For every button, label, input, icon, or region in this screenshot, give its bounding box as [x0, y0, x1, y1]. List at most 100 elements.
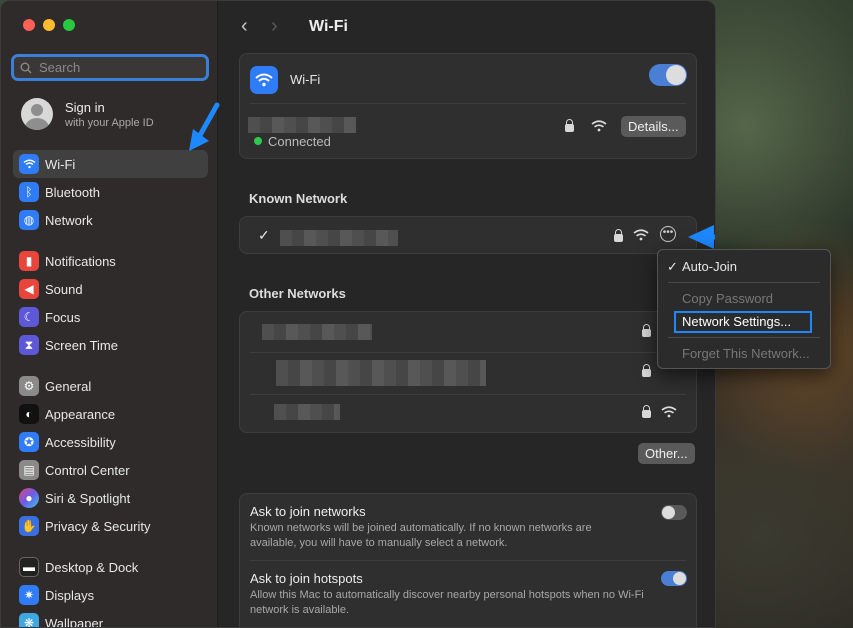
sidebar-item-label: Privacy & Security: [45, 518, 151, 534]
sidebar-item-privacy[interactable]: ✋ Privacy & Security: [13, 512, 208, 540]
menu-item-copy-password[interactable]: Copy Password: [682, 291, 773, 306]
divider: [250, 560, 686, 561]
known-network-name: [280, 230, 398, 246]
menu-divider: [668, 282, 820, 283]
menu-item-auto-join[interactable]: Auto-Join: [682, 259, 737, 274]
wifi-icon: [250, 66, 278, 94]
bell-icon: ▮: [19, 251, 39, 271]
annotation-arrow-icon: [189, 102, 220, 151]
sidebar-item-siri[interactable]: ● Siri & Spotlight: [13, 484, 208, 512]
join-networks-title: Ask to join networks: [250, 504, 366, 519]
sidebar-item-appearance[interactable]: ◐ Appearance: [13, 400, 208, 428]
sidebar-item-general[interactable]: ⚙ General: [13, 372, 208, 400]
gear-icon: ⚙: [19, 376, 39, 396]
menu-divider: [668, 337, 820, 338]
sidebar-item-label: Appearance: [45, 406, 116, 422]
join-hotspots-desc: Allow this Mac to automatically discover…: [250, 589, 644, 616]
sidebar-item-label: Accessibility: [45, 434, 116, 450]
dock-icon: ▬: [19, 557, 39, 577]
account-subtitle: with your Apple ID: [65, 116, 154, 129]
sidebar-item-wallpaper[interactable]: ❋ Wallpaper: [13, 609, 208, 627]
sidebar-item-sound[interactable]: ◀ Sound: [13, 275, 208, 303]
join-networks-toggle[interactable]: [661, 505, 687, 520]
sidebar-item-label: Siri & Spotlight: [45, 490, 131, 506]
divider: [250, 352, 686, 353]
zoom-button[interactable]: [63, 19, 75, 31]
sidebar-item-label: Notifications: [45, 253, 116, 269]
join-hotspots-title: Ask to join hotspots: [250, 571, 363, 586]
window-controls: [23, 19, 75, 31]
join-networks-desc: Known networks will be joined automatica…: [250, 522, 592, 549]
sidebar-item-label: Bluetooth: [45, 184, 100, 200]
account-name: Sign in: [65, 99, 105, 115]
sidebar-item-label: Displays: [45, 587, 95, 603]
search-input[interactable]: [37, 59, 201, 76]
lock-icon: [642, 364, 651, 377]
sidebar-item-label: General: [45, 378, 92, 394]
apple-id-signin[interactable]: Sign in with your Apple ID: [21, 98, 154, 130]
other-button[interactable]: Other...: [638, 443, 695, 464]
main-content: ‹ › Wi-Fi Wi-Fi Connected Details... Kno…: [219, 1, 715, 627]
close-button[interactable]: [23, 19, 35, 31]
forward-chevron-icon[interactable]: ›: [271, 15, 301, 38]
connected-network-name: [248, 117, 356, 133]
avatar: [21, 98, 53, 130]
other-networks-heading: Other Networks: [249, 286, 346, 301]
network-name: [274, 404, 340, 420]
search-icon: [20, 62, 32, 73]
wifi-label: Wi-Fi: [290, 72, 321, 87]
siri-icon: ●: [19, 488, 39, 508]
wifi-signal-icon: [661, 406, 677, 418]
sidebar-item-accessibility[interactable]: ✪ Accessibility: [13, 428, 208, 456]
lock-icon: [642, 324, 651, 337]
menu-item-forget[interactable]: Forget This Network...: [682, 346, 810, 361]
sidebar-group-display: ▬ Desktop & Dock ✷ Displays ❋ Wallpaper: [13, 553, 208, 627]
wifi-card: Wi-Fi Connected Details...: [239, 53, 697, 159]
sidebar-item-label: Screen Time: [45, 337, 118, 353]
titlebar: ‹ › Wi-Fi: [241, 15, 348, 38]
sidebar-item-wifi[interactable]: Wi-Fi: [13, 150, 208, 178]
search-field[interactable]: [11, 54, 209, 81]
network-context-menu: ✓ Auto-Join Copy Password Network Settin…: [657, 249, 831, 369]
globe-icon: ◍: [19, 210, 39, 230]
sidebar-group-system: ⚙ General ◐ Appearance ✪ Accessibility ▤…: [13, 372, 208, 540]
sidebar-item-label: Network: [45, 212, 93, 228]
bluetooth-icon: ᛒ: [19, 182, 39, 202]
settings-window: Sign in with your Apple ID Wi-Fi ᛒ Bluet…: [0, 0, 716, 628]
back-chevron-icon[interactable]: ‹: [241, 15, 271, 38]
details-button[interactable]: Details...: [621, 116, 686, 137]
sidebar-item-focus[interactable]: ☾ Focus: [13, 303, 208, 331]
hand-icon: ✋: [19, 516, 39, 536]
wallpaper-icon: ❋: [19, 613, 39, 627]
sidebar: Sign in with your Apple ID Wi-Fi ᛒ Bluet…: [1, 1, 220, 627]
sidebar-item-label: Wi-Fi: [45, 156, 76, 172]
sidebar-item-label: Control Center: [45, 462, 130, 478]
hourglass-icon: ⧗: [19, 335, 39, 355]
menu-item-network-settings[interactable]: Network Settings...: [682, 314, 791, 329]
sidebar-item-network[interactable]: ◍ Network: [13, 206, 208, 234]
page-title: Wi-Fi: [309, 17, 348, 35]
lock-icon: [614, 229, 623, 242]
minimize-button[interactable]: [43, 19, 55, 31]
network-name: [276, 360, 486, 386]
connection-status: Connected: [268, 134, 331, 149]
lock-icon: [642, 405, 651, 418]
sidebar-item-label: Desktop & Dock: [45, 559, 139, 575]
sidebar-item-control-center[interactable]: ▤ Control Center: [13, 456, 208, 484]
sidebar-item-label: Sound: [45, 281, 83, 297]
speaker-icon: ◀: [19, 279, 39, 299]
join-hotspots-toggle[interactable]: [661, 571, 687, 586]
sidebar-item-displays[interactable]: ✷ Displays: [13, 581, 208, 609]
sidebar-item-bluetooth[interactable]: ᛒ Bluetooth: [13, 178, 208, 206]
known-network-heading: Known Network: [249, 191, 348, 206]
sidebar-item-screen-time[interactable]: ⧗ Screen Time: [13, 331, 208, 359]
more-options-icon[interactable]: •••: [660, 226, 676, 242]
sidebar-item-desktop-dock[interactable]: ▬ Desktop & Dock: [13, 553, 208, 581]
moon-icon: ☾: [19, 307, 39, 327]
display-icon: ✷: [19, 585, 39, 605]
sidebar-item-notifications[interactable]: ▮ Notifications: [13, 247, 208, 275]
sidebar-group-notifications: ▮ Notifications ◀ Sound ☾ Focus ⧗ Screen…: [13, 247, 208, 359]
wifi-signal-icon: [633, 229, 649, 241]
checkmark-icon: ✓: [667, 259, 678, 274]
wifi-toggle[interactable]: [649, 64, 687, 86]
